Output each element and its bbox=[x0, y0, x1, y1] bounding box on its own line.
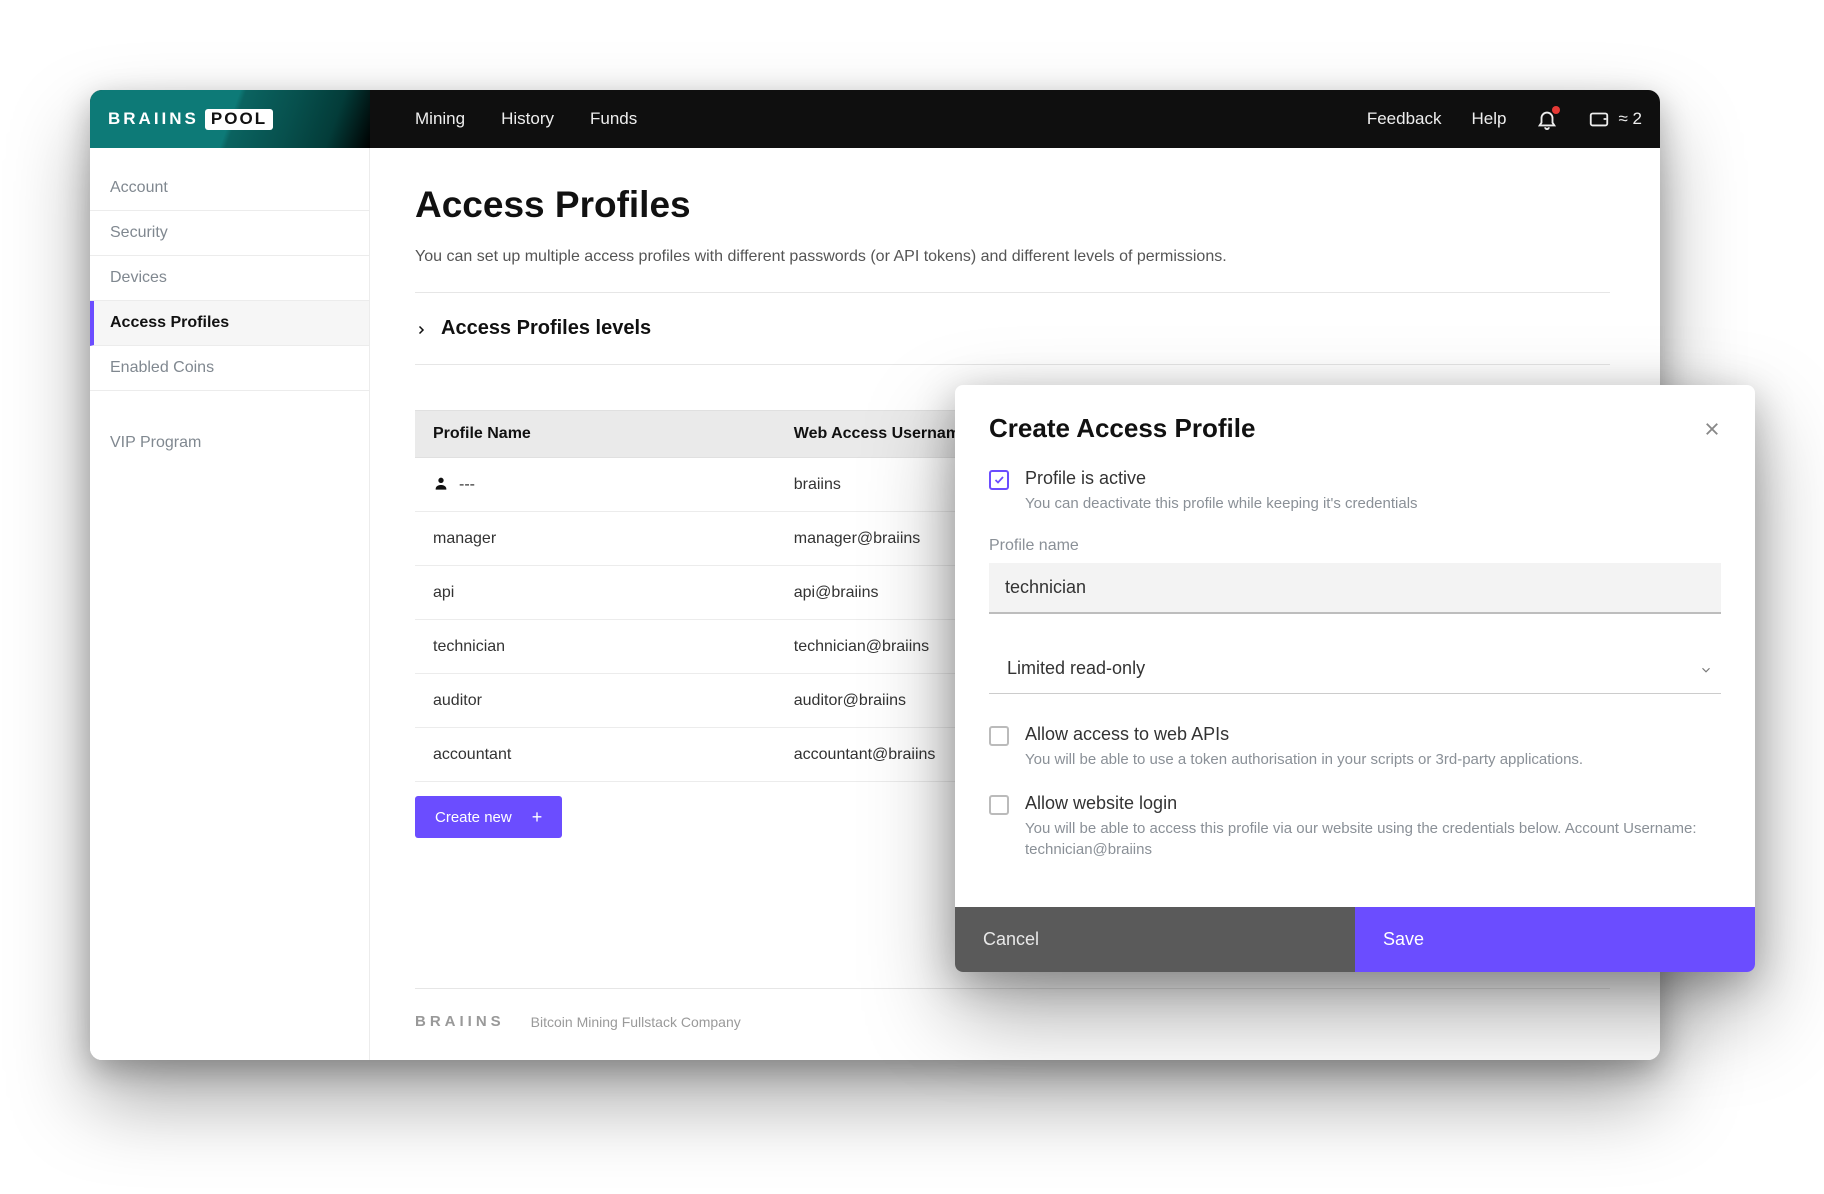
checkbox-weblogin[interactable] bbox=[989, 795, 1009, 815]
cell-name: --- bbox=[415, 458, 776, 512]
bell-icon[interactable] bbox=[1536, 108, 1558, 130]
save-button[interactable]: Save bbox=[1355, 907, 1755, 972]
footer: BRAIINS Bitcoin Mining Fullstack Company bbox=[415, 988, 1610, 1060]
create-profile-modal: Create Access Profile Profile is active … bbox=[955, 385, 1755, 972]
nav-history[interactable]: History bbox=[501, 109, 554, 129]
plus-icon: + bbox=[532, 808, 543, 826]
cell-name: manager bbox=[415, 512, 776, 566]
levels-label: Access Profiles levels bbox=[441, 317, 651, 340]
sidebar-item-label: Account bbox=[110, 179, 168, 196]
app-header: BRAIINS POOL Mining History Funds Feedba… bbox=[90, 90, 1660, 148]
sidebar-item-vip[interactable]: VIP Program bbox=[90, 421, 369, 465]
sidebar-item-access-profiles[interactable]: Access Profiles bbox=[90, 301, 369, 346]
level-select[interactable]: Limited read-only bbox=[989, 644, 1721, 694]
page-title: Access Profiles bbox=[415, 184, 1610, 226]
checkbox-api[interactable] bbox=[989, 726, 1009, 746]
brand-name: BRAIINS bbox=[108, 109, 199, 129]
brand-logo[interactable]: BRAIINS POOL bbox=[90, 90, 370, 148]
option-active-label: Profile is active bbox=[1025, 468, 1418, 489]
option-weblogin-label: Allow website login bbox=[1025, 793, 1721, 814]
levels-toggle[interactable]: Access Profiles levels bbox=[415, 293, 1610, 365]
sidebar-item-label: Enabled Coins bbox=[110, 359, 214, 376]
close-icon[interactable] bbox=[1703, 420, 1721, 438]
modal-body: Profile is active You can deactivate thi… bbox=[955, 468, 1755, 907]
option-weblogin-sub: You will be able to access this profile … bbox=[1025, 818, 1721, 862]
main-nav: Mining History Funds bbox=[415, 109, 637, 129]
notification-dot bbox=[1552, 106, 1560, 114]
option-active: Profile is active You can deactivate thi… bbox=[989, 468, 1721, 515]
th-name: Profile Name bbox=[415, 411, 776, 458]
sidebar-item-label: VIP Program bbox=[110, 434, 201, 451]
sidebar-item-account[interactable]: Account bbox=[90, 166, 369, 211]
checkbox-active[interactable] bbox=[989, 470, 1009, 490]
wallet-value: ≈ 2 bbox=[1618, 109, 1642, 129]
feedback-link[interactable]: Feedback bbox=[1367, 109, 1442, 129]
nav-funds[interactable]: Funds bbox=[590, 109, 637, 129]
cell-name: accountant bbox=[415, 728, 776, 782]
wallet-icon bbox=[1588, 108, 1610, 130]
cell-name: auditor bbox=[415, 674, 776, 728]
footer-tagline: Bitcoin Mining Fullstack Company bbox=[531, 1014, 741, 1030]
modal-header: Create Access Profile bbox=[955, 385, 1755, 468]
create-new-label: Create new bbox=[435, 809, 512, 826]
option-weblogin: Allow website login You will be able to … bbox=[989, 793, 1721, 862]
sidebar-item-enabled-coins[interactable]: Enabled Coins bbox=[90, 346, 369, 391]
option-api: Allow access to web APIs You will be abl… bbox=[989, 724, 1721, 771]
nav-mining[interactable]: Mining bbox=[415, 109, 465, 129]
option-api-sub: You will be able to use a token authoris… bbox=[1025, 749, 1583, 771]
sidebar: Account Security Devices Access Profiles… bbox=[90, 148, 370, 1060]
sidebar-item-label: Security bbox=[110, 224, 168, 241]
option-api-label: Allow access to web APIs bbox=[1025, 724, 1583, 745]
sidebar-item-label: Devices bbox=[110, 269, 167, 286]
cell-name: api bbox=[415, 566, 776, 620]
sidebar-item-security[interactable]: Security bbox=[90, 211, 369, 256]
footer-brand: BRAIINS bbox=[415, 1013, 505, 1030]
profile-name-input[interactable] bbox=[989, 563, 1721, 614]
header-right: Feedback Help ≈ 2 bbox=[1367, 108, 1660, 130]
wallet-balance[interactable]: ≈ 2 bbox=[1588, 108, 1642, 130]
user-icon bbox=[433, 475, 449, 491]
brand-sub: POOL bbox=[205, 109, 273, 130]
profile-name-label: Profile name bbox=[989, 537, 1721, 555]
option-active-sub: You can deactivate this profile while ke… bbox=[1025, 493, 1418, 515]
modal-title: Create Access Profile bbox=[989, 413, 1255, 444]
help-link[interactable]: Help bbox=[1472, 109, 1507, 129]
sidebar-item-label: Access Profiles bbox=[110, 314, 229, 331]
cell-name: technician bbox=[415, 620, 776, 674]
level-select-value: Limited read-only bbox=[1007, 658, 1145, 679]
modal-actions: Cancel Save bbox=[955, 907, 1755, 972]
create-new-button[interactable]: Create new + bbox=[415, 796, 562, 838]
sidebar-item-devices[interactable]: Devices bbox=[90, 256, 369, 301]
page-subtitle: You can set up multiple access profiles … bbox=[415, 248, 1610, 293]
chevron-down-icon bbox=[1699, 661, 1713, 675]
cancel-button[interactable]: Cancel bbox=[955, 907, 1355, 972]
chevron-right-icon bbox=[415, 323, 427, 335]
